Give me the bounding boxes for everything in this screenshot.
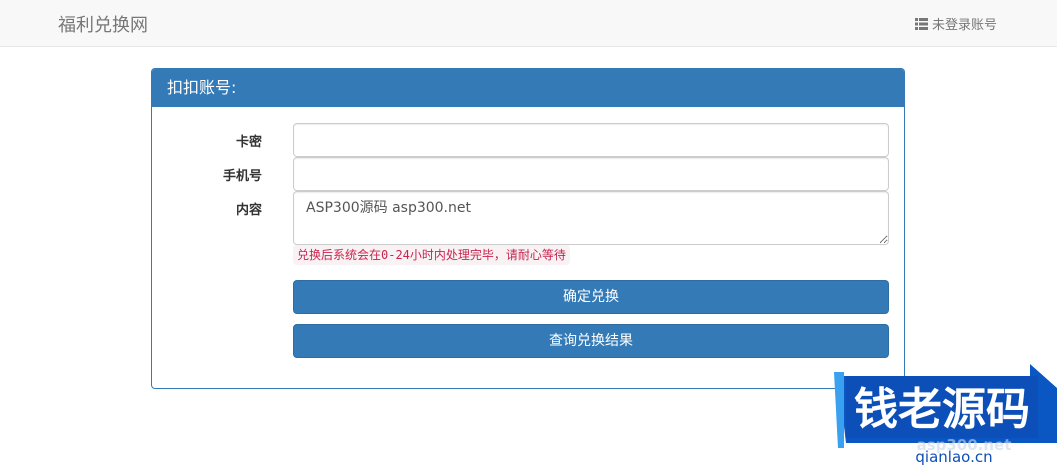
content-textarea[interactable]: ASP300源码 asp300.net [293, 191, 889, 245]
account-menu[interactable]: 未登录账号 [914, 14, 997, 33]
help-text: 兑换后系统会在0-24小时内处理完毕，请耐心等待 [293, 245, 570, 265]
account-label: 未登录账号 [931, 18, 997, 33]
content-label: 内容 [235, 203, 262, 218]
query-result-button[interactable]: 查询兑换结果 [293, 324, 889, 358]
site-brand-link[interactable]: 福利兑换网 [58, 11, 148, 37]
phone-label: 手机号 [222, 169, 262, 184]
card-label: 卡密 [235, 135, 262, 150]
confirm-exchange-button[interactable]: 确定兑换 [293, 280, 889, 314]
card-input[interactable] [293, 123, 889, 157]
list-icon [914, 17, 928, 30]
watermark-logo: 钱老源码 asp300.net qianlao.cn [834, 364, 1057, 465]
panel-title: 扣扣账号: [152, 69, 904, 107]
watermark-title: 钱老源码 [854, 384, 1030, 435]
top-navbar: 福利兑换网 未登录账号 [0, 0, 1057, 47]
watermark-domain: qianlao.cn [915, 448, 992, 465]
exchange-panel: 扣扣账号: 卡密 手机号 内容 ASP300源码 asp300.net 兑换后系… [151, 68, 905, 389]
phone-input[interactable] [293, 157, 889, 191]
